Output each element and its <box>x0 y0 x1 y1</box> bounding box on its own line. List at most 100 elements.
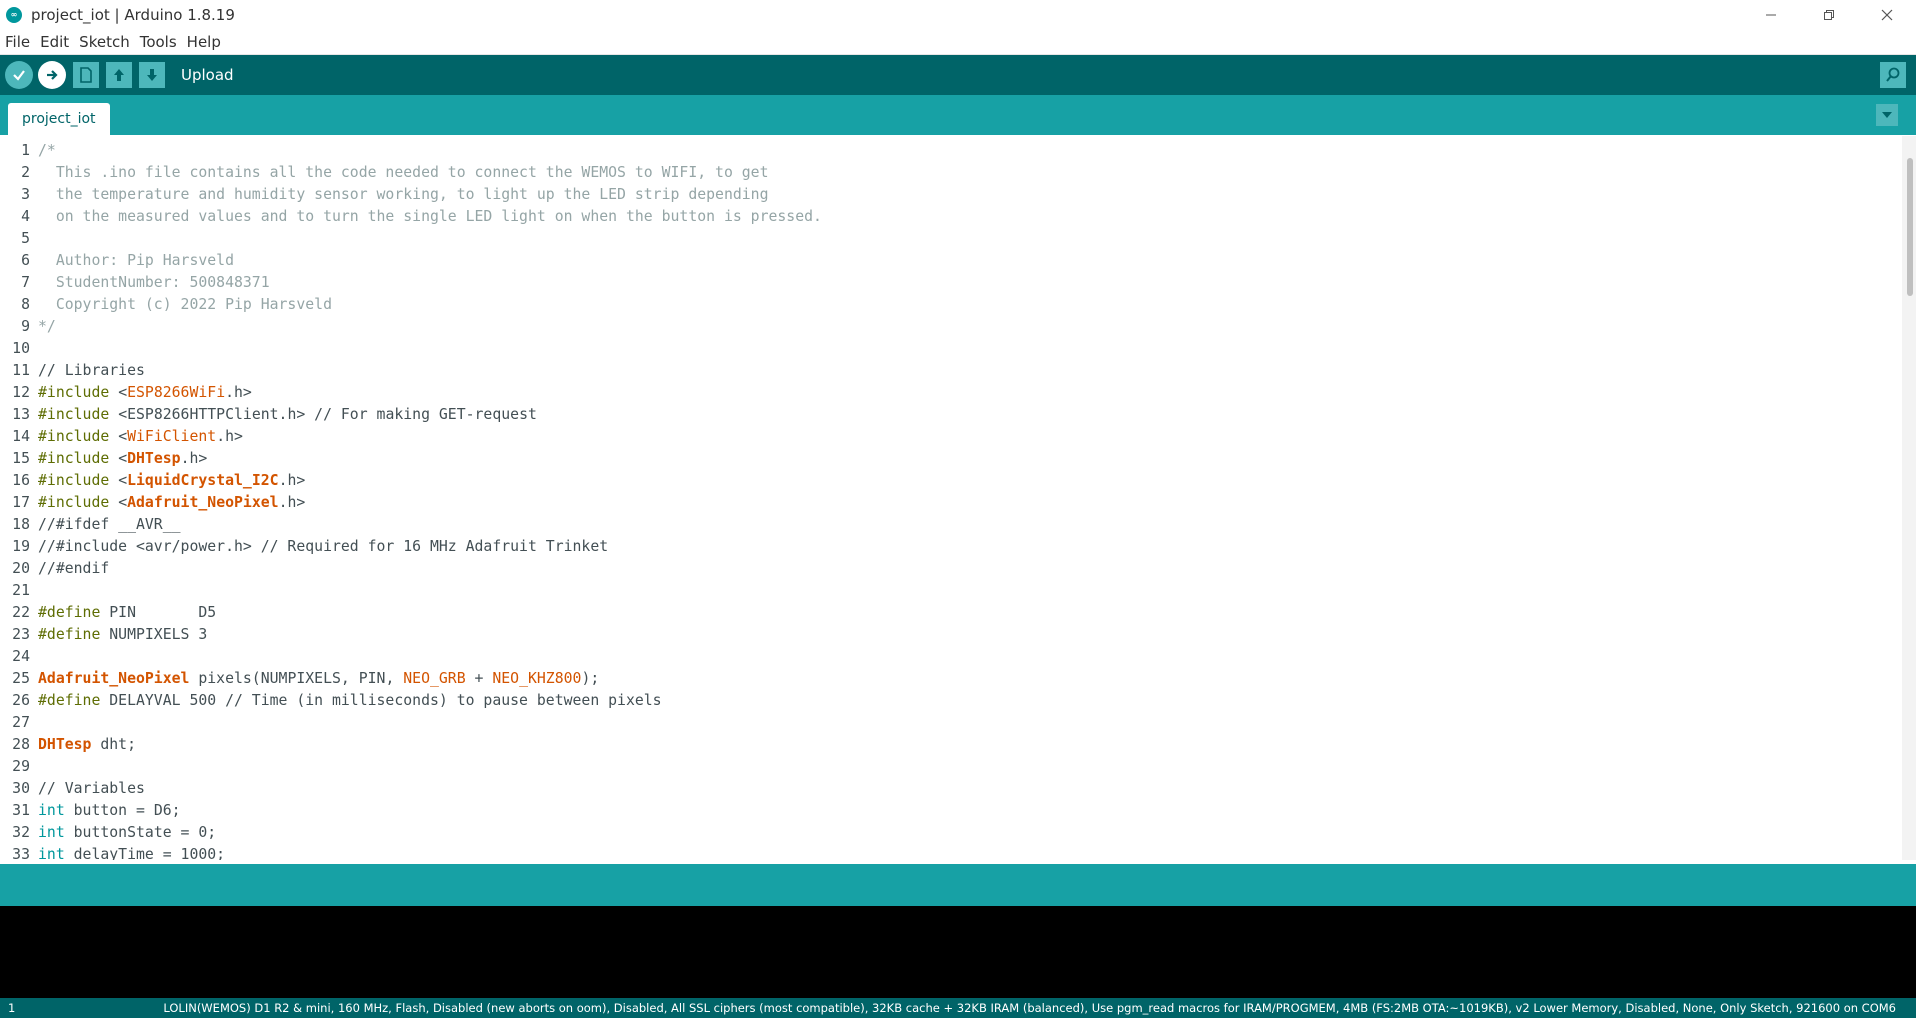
line-code: // Variables <box>38 778 145 800</box>
code-line: 3 the temperature and humidity sensor wo… <box>0 184 1900 206</box>
line-code: #define NUMPIXELS 3 <box>38 624 207 646</box>
code-line: 16 #include <LiquidCrystal_I2C.h> <box>0 470 1900 492</box>
code-token: #define <box>38 604 101 621</box>
line-number: 15 <box>12 450 30 467</box>
magnifier-icon <box>1886 67 1900 82</box>
line-number: 21 <box>12 582 30 599</box>
code-line: 27 <box>0 712 1900 734</box>
code-line: 33 int delayTime = 1000; <box>0 844 1900 860</box>
code-token: // Variables <box>38 780 145 797</box>
line-number: 1 <box>21 142 30 159</box>
line-number: 18 <box>12 516 30 533</box>
line-code: //#endif <box>38 558 109 580</box>
code-line: 22 #define PIN D5 <box>0 602 1900 624</box>
line-code: the temperature and humidity sensor work… <box>38 184 769 206</box>
minimize-button[interactable] <box>1742 0 1800 29</box>
code-token: .h> <box>180 450 208 467</box>
verify-button[interactable] <box>5 61 33 89</box>
status-bar: 1 LOLIN(WEMOS) D1 R2 & mini, 160 MHz, Fl… <box>0 998 1916 1018</box>
code-line: 7 StudentNumber: 500848371 <box>0 272 1900 294</box>
line-code: DHTesp dht; <box>38 734 136 756</box>
code-token: ESP8266WiFi <box>127 384 226 401</box>
code-editor[interactable]: 1 /* 2 This .ino file contains all the cod… <box>0 136 1916 860</box>
line-code: #include <DHTesp.h> <box>38 448 207 470</box>
code-line: 32 int buttonState = 0; <box>0 822 1900 844</box>
code-token: the temperature and humidity sensor work… <box>38 186 769 203</box>
menu-bar: File Edit Sketch Tools Help <box>0 30 1916 55</box>
code-line: 20 //#endif <box>0 558 1900 580</box>
line-code: StudentNumber: 500848371 <box>38 272 270 294</box>
code-line: 11 // Libraries <box>0 360 1900 382</box>
tab-project-iot[interactable]: project_iot <box>8 103 110 135</box>
line-number: 3 <box>21 186 30 203</box>
line-code: int delayTime = 1000; <box>38 844 225 860</box>
line-number: 4 <box>21 208 30 225</box>
line-code: This .ino file contains all the code nee… <box>38 162 769 184</box>
code-line: 25 Adafruit_NeoPixel pixels(NUMPIXELS, PI… <box>0 668 1900 690</box>
code-token: Copyright (c) 2022 Pip Harsveld <box>38 296 332 313</box>
editor-scrollbar[interactable] <box>1902 136 1916 860</box>
chevron-down-icon <box>1882 112 1892 118</box>
line-number: 30 <box>12 780 30 797</box>
line-number: 20 <box>12 560 30 577</box>
code-line: 29 <box>0 756 1900 778</box>
code-line: 18 //#ifdef __AVR__ <box>0 514 1900 536</box>
line-code: Adafruit_NeoPixel pixels(NUMPIXELS, PIN,… <box>38 668 599 690</box>
code-token: NEO_GRB <box>403 670 466 687</box>
upload-button[interactable] <box>38 61 66 89</box>
code-line: 28 DHTesp dht; <box>0 734 1900 756</box>
menu-file[interactable]: File <box>0 33 35 51</box>
line-code: #include <ESP8266WiFi.h> <box>38 382 252 404</box>
minimize-icon <box>1766 14 1776 15</box>
close-button[interactable] <box>1858 0 1916 29</box>
tab-menu-button[interactable] <box>1876 104 1898 126</box>
code-token: .h> <box>278 494 306 511</box>
code-token: PIN D5 <box>100 604 217 621</box>
line-code: int buttonState = 0; <box>38 822 216 844</box>
code-token: dht; <box>91 736 136 753</box>
verify-icon <box>13 70 25 81</box>
code-line: 10 <box>0 338 1900 360</box>
code-token: int <box>38 824 65 841</box>
window-title: project_iot | Arduino 1.8.19 <box>31 5 235 24</box>
serial-monitor-button[interactable] <box>1880 62 1906 88</box>
line-number: 13 <box>12 406 30 423</box>
scrollbar-thumb[interactable] <box>1907 158 1913 296</box>
line-code: #include <Adafruit_NeoPixel.h> <box>38 492 305 514</box>
line-number: 26 <box>12 692 30 709</box>
menu-edit[interactable]: Edit <box>35 33 74 51</box>
code-line: 24 <box>0 646 1900 668</box>
code-token: .h> <box>225 384 252 401</box>
line-code: /* <box>38 140 56 162</box>
code-token: //#ifdef __AVR__ <box>38 516 181 533</box>
code-token: NUMPIXELS 3 <box>100 626 208 643</box>
code-token: #include <box>38 450 110 467</box>
save-button[interactable] <box>139 62 165 88</box>
code-token: < <box>109 428 128 445</box>
code-token: DHTesp <box>38 736 92 753</box>
menu-sketch[interactable]: Sketch <box>74 33 135 51</box>
code-token: This .ino file contains all the code nee… <box>38 164 769 181</box>
code-line: 13 #include <ESP8266HTTPClient.h> // For … <box>0 404 1900 426</box>
line-number: 23 <box>12 626 30 643</box>
line-number: 16 <box>12 472 30 489</box>
code-token: #define <box>38 692 101 709</box>
open-button[interactable] <box>106 62 132 88</box>
code-token: int <box>38 802 65 819</box>
code-token: buttonState = 0; <box>64 824 217 841</box>
line-number: 33 <box>12 846 30 860</box>
line-number: 28 <box>12 736 30 753</box>
menu-tools[interactable]: Tools <box>135 33 182 51</box>
code-token: Author: Pip Harsveld <box>38 252 234 269</box>
restore-button[interactable] <box>1800 0 1858 29</box>
code-line: 17 #include <Adafruit_NeoPixel.h> <box>0 492 1900 514</box>
code-token: <ESP8266HTTPClient.h> // For making GET-… <box>109 406 537 423</box>
code-token: Adafruit_NeoPixel <box>127 494 279 511</box>
code-token: .h> <box>216 428 243 445</box>
code-token: #define <box>38 626 101 643</box>
line-number: 29 <box>12 758 30 775</box>
code-token: #include <box>38 384 110 401</box>
menu-help[interactable]: Help <box>182 33 226 51</box>
new-button[interactable] <box>73 62 99 88</box>
open-icon <box>114 69 124 81</box>
